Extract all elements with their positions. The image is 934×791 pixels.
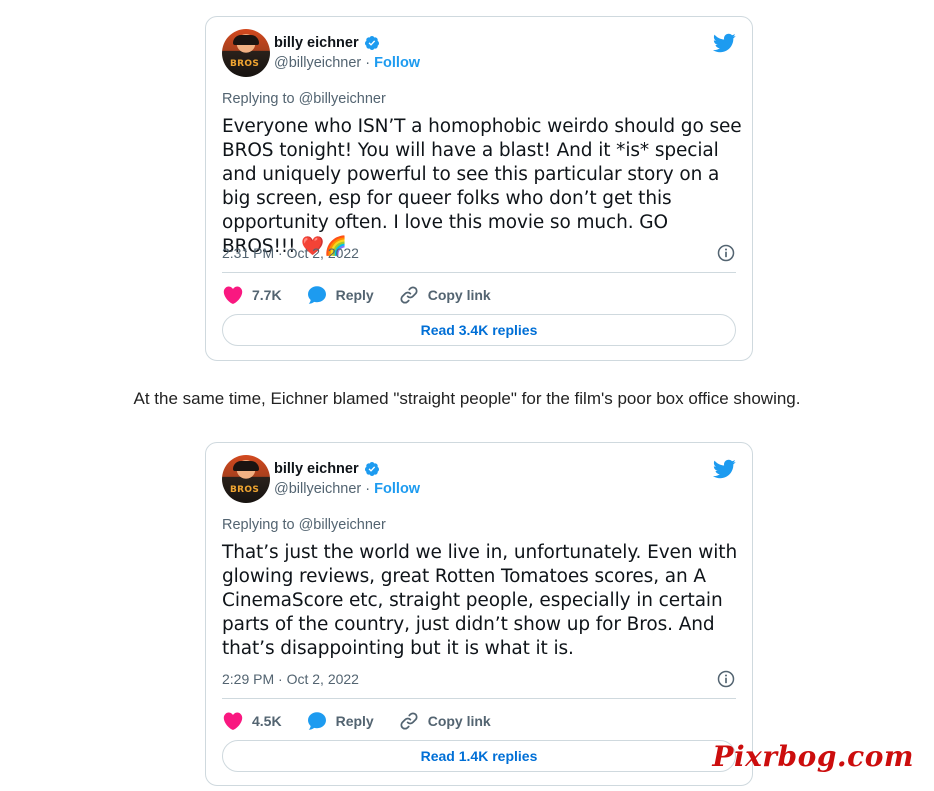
avatar[interactable]: BROS (222, 455, 270, 503)
tweet-text: Everyone who ISN’T a homophobic weirdo s… (222, 116, 742, 257)
link-icon (400, 286, 418, 304)
follow-button[interactable]: Follow (374, 55, 420, 71)
divider (222, 698, 736, 699)
separator: · (365, 481, 371, 497)
copy-link-label: Copy link (427, 713, 491, 729)
handle-row: @billyeichner · Follow (274, 481, 420, 497)
reply-button[interactable]: Reply (306, 284, 374, 306)
author-handle[interactable]: @billyeichner (274, 481, 361, 497)
action-bar: 7.7K Reply Copy link (222, 283, 515, 307)
handle-row: @billyeichner · Follow (274, 55, 420, 71)
info-icon[interactable] (716, 243, 736, 263)
author-name[interactable]: billy eichner (274, 461, 359, 477)
reply-bubble-icon (307, 712, 326, 730)
copy-link-button[interactable]: Copy link (398, 284, 491, 306)
link-icon (400, 712, 418, 730)
tweet-card[interactable]: BROS billy eichner @billyeichner · Follo… (205, 442, 753, 786)
like-count: 4.5K (252, 713, 282, 729)
tweet-text: That’s just the world we live in, unfort… (222, 542, 738, 659)
verified-badge-icon (364, 462, 379, 476)
heart-icon (223, 712, 243, 730)
avatar[interactable]: BROS (222, 29, 270, 77)
tweet-card[interactable]: BROS billy eichner @billyeichner · Follo… (205, 16, 753, 361)
follow-button[interactable]: Follow (374, 481, 420, 497)
avatar-shirt-text: BROS (230, 485, 260, 495)
timestamp[interactable]: 2:29 PM · Oct 2, 2022 (222, 671, 359, 687)
avatar-shirt-text: BROS (230, 59, 260, 69)
copy-link-label: Copy link (427, 287, 491, 303)
watermark: Pixrbog.com (712, 740, 914, 773)
divider (222, 272, 736, 273)
author-name[interactable]: billy eichner (274, 35, 359, 51)
action-bar: 4.5K Reply Copy link (222, 709, 515, 733)
article-caption: At the same time, Eichner blamed "straig… (133, 389, 801, 408)
info-icon[interactable] (716, 669, 736, 689)
reply-bubble-icon (307, 286, 326, 304)
read-replies-button[interactable]: Read 3.4K replies (222, 314, 736, 346)
copy-link-button[interactable]: Copy link (398, 710, 491, 732)
like-count: 7.7K (252, 287, 282, 303)
verified-badge-icon (364, 36, 379, 50)
reply-label: Reply (335, 713, 374, 729)
twitter-bird-icon[interactable] (712, 457, 736, 481)
timestamp[interactable]: 2:31 PM · Oct 2, 2022 (222, 245, 359, 261)
read-replies-button[interactable]: Read 1.4K replies (222, 740, 736, 772)
reply-label: Reply (335, 287, 374, 303)
author-handle[interactable]: @billyeichner (274, 55, 361, 71)
twitter-bird-icon[interactable] (712, 31, 736, 55)
heart-icon (223, 286, 243, 304)
replying-to[interactable]: Replying to @billyeichner (222, 517, 386, 533)
replying-to[interactable]: Replying to @billyeichner (222, 91, 386, 107)
like-button[interactable]: 7.7K (222, 284, 282, 306)
separator: · (365, 55, 371, 71)
like-button[interactable]: 4.5K (222, 710, 282, 732)
reply-button[interactable]: Reply (306, 710, 374, 732)
